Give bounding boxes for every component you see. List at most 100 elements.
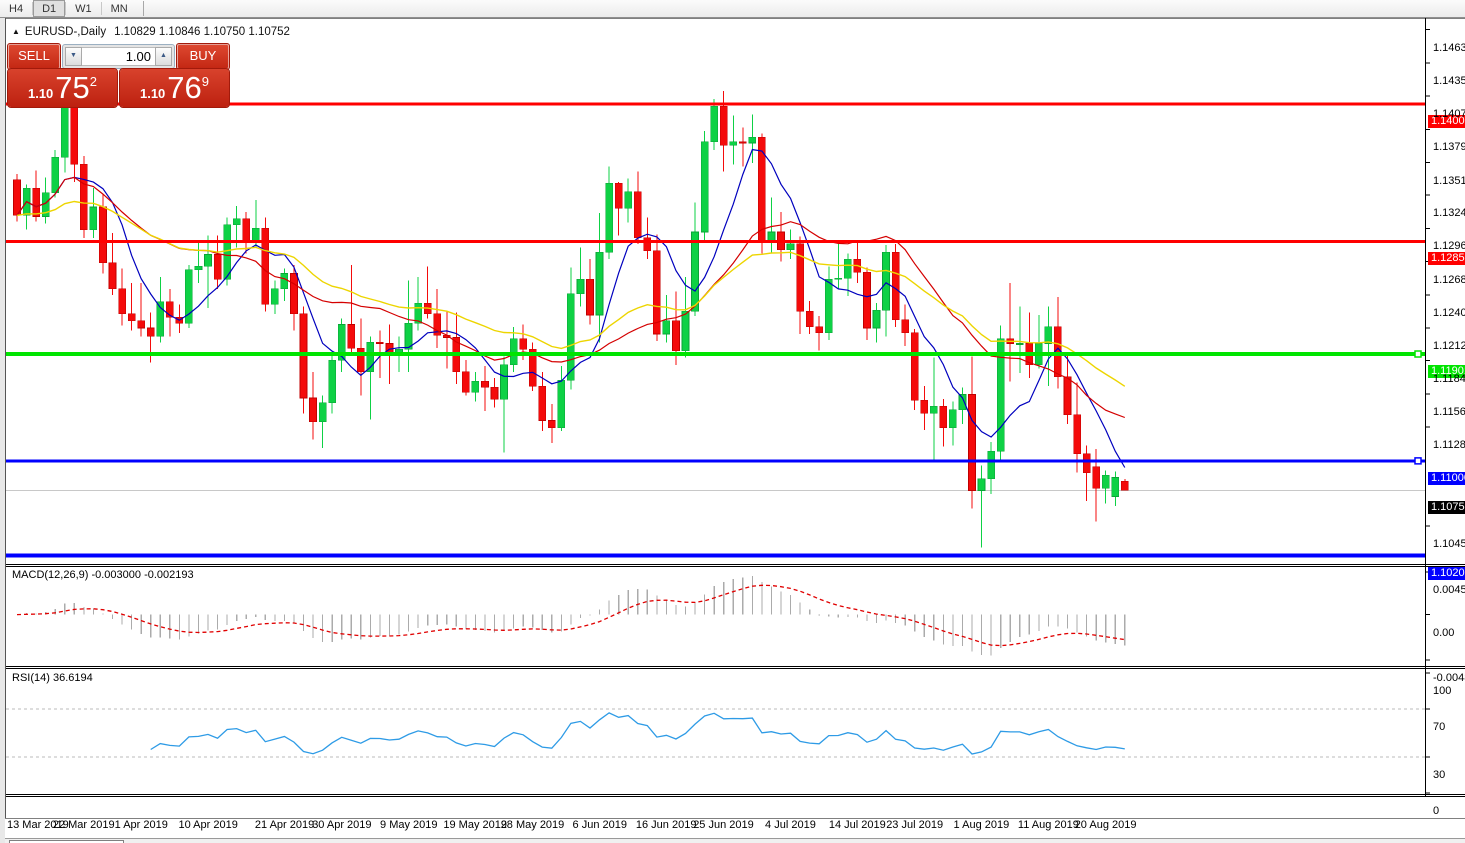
date-axis-label: 16 Jun 2019	[636, 819, 697, 831]
timeframe-w1-button[interactable]: W1	[66, 0, 101, 17]
candle-body	[758, 137, 765, 241]
chart-ohlc-values: 1.10829 1.10846 1.10750 1.10752	[114, 26, 290, 38]
sell-button[interactable]: SELL	[8, 44, 60, 69]
sell-price-pip: 2	[90, 74, 97, 89]
timeframe-mn-button[interactable]: MN	[102, 0, 137, 17]
candle-body	[567, 294, 574, 381]
date-axis-label: 14 Jul 2019	[829, 819, 886, 831]
candle-body	[988, 451, 995, 478]
candle-body	[281, 273, 288, 288]
candle-body	[472, 381, 479, 392]
price-axis-tick: 1.13240	[1433, 207, 1465, 219]
candle-body	[949, 410, 956, 428]
candle-body	[682, 311, 689, 350]
candle-body	[883, 252, 890, 310]
volume-decrease-button[interactable]: ▼	[65, 47, 82, 66]
candle-body	[978, 479, 985, 491]
collapse-arrow-icon[interactable]: ▲	[12, 27, 20, 36]
date-axis-label: 19 May 2019	[443, 819, 507, 831]
candle-body	[911, 333, 918, 401]
date-axis-label: 10 Apr 2019	[179, 819, 238, 831]
candle-body	[462, 372, 469, 392]
price-axis-tick: 1.12400	[1433, 307, 1465, 319]
candle-body	[625, 192, 632, 209]
candle-body	[90, 207, 97, 230]
chart-symbol-period: EURUSD-,Daily	[25, 26, 106, 38]
macd-axis-tick: 0.00	[1433, 627, 1454, 639]
candle-body	[510, 339, 517, 365]
date-axis-label: 28 May 2019	[501, 819, 565, 831]
candle-body	[692, 232, 699, 311]
candle-body	[806, 311, 813, 326]
candle-body	[969, 394, 976, 490]
candle-body	[243, 219, 250, 243]
chart-canvas[interactable]	[5, 18, 1465, 843]
candle-body	[310, 398, 317, 422]
price-axis-tick: 1.13515	[1433, 175, 1465, 187]
timeframe-h4-button[interactable]: H4	[0, 0, 32, 17]
buy-price-button[interactable]: 1.10769	[120, 69, 229, 107]
candle-body	[711, 106, 718, 142]
candle-body	[902, 320, 909, 333]
candle-body	[701, 142, 708, 232]
candle-body	[290, 273, 297, 313]
date-axis-label: 1 Apr 2019	[115, 819, 168, 831]
candle-body	[787, 244, 794, 250]
candle-body	[940, 406, 947, 427]
buy-price-big: 76	[167, 70, 201, 106]
date-axis-label: 6 Jun 2019	[573, 819, 627, 831]
candle-body	[128, 314, 135, 321]
buy-price-pip: 9	[202, 74, 209, 89]
candle-body	[80, 164, 87, 229]
candle-body	[214, 254, 221, 279]
price-axis-tick: 1.11845	[1433, 373, 1465, 385]
candle-body	[520, 339, 527, 350]
candle-body	[1045, 327, 1052, 344]
line-endpoint-marker	[1415, 458, 1421, 464]
date-axis-label: 20 Aug 2019	[1075, 819, 1137, 831]
volume-increase-button[interactable]: ▲	[155, 47, 172, 66]
macd-axis-tick: 0.004517	[1433, 584, 1465, 596]
price-axis: 1.140091.128511.119011.110001.102011.107…	[1427, 18, 1465, 818]
candle-body	[224, 225, 231, 280]
price-axis-tick: 1.12960	[1433, 240, 1465, 252]
candle-body	[501, 365, 508, 399]
price-axis-tick: 1.12120	[1433, 340, 1465, 352]
macd-indicator-label: MACD(12,26,9) -0.003000 -0.002193	[12, 569, 194, 581]
sell-price-big: 75	[55, 70, 89, 106]
date-axis-label: 23 Jul 2019	[886, 819, 943, 831]
volume-input[interactable]	[82, 47, 155, 66]
candle-body	[663, 321, 670, 334]
candle-body	[615, 183, 622, 208]
candle-body	[205, 254, 212, 266]
buy-button[interactable]: BUY	[177, 44, 229, 69]
candle-body	[119, 289, 126, 314]
sell-price-button[interactable]: 1.10752	[8, 69, 117, 107]
timeframe-d1-button[interactable]: D1	[33, 0, 65, 17]
candle-body	[376, 342, 383, 343]
price-axis-tick: 1.10450	[1433, 538, 1465, 550]
date-axis-label: 21 Apr 2019	[255, 819, 314, 831]
candle-body	[262, 228, 269, 304]
date-axis-label: 25 Jun 2019	[693, 819, 754, 831]
triangle-down-icon: ▼	[70, 52, 77, 59]
candle-body	[33, 188, 40, 216]
triangle-up-icon: ▲	[160, 52, 167, 59]
rsi-axis-tick: 100	[1433, 685, 1451, 697]
candle-body	[195, 266, 202, 270]
candle-body	[61, 107, 68, 157]
candle-body	[491, 387, 498, 399]
candle-body	[749, 137, 756, 143]
candle-body	[587, 279, 594, 315]
chart-tab-bar: EURUSD-,Daily|AUDUSD-,Daily|USDCHF-,Dail…	[5, 838, 1465, 843]
candle-body	[1064, 377, 1071, 415]
candle-body	[233, 219, 240, 225]
buy-price-prefix: 1.10	[140, 86, 165, 101]
candle-body	[109, 263, 116, 289]
candle-body	[1016, 343, 1023, 344]
candle-body	[892, 252, 899, 320]
date-axis-label: 30 Apr 2019	[312, 819, 371, 831]
toolbar-separator	[143, 1, 144, 16]
timeframe-toolbar: H4 D1 W1 MN	[0, 0, 1465, 18]
date-axis-label: 9 May 2019	[380, 819, 437, 831]
